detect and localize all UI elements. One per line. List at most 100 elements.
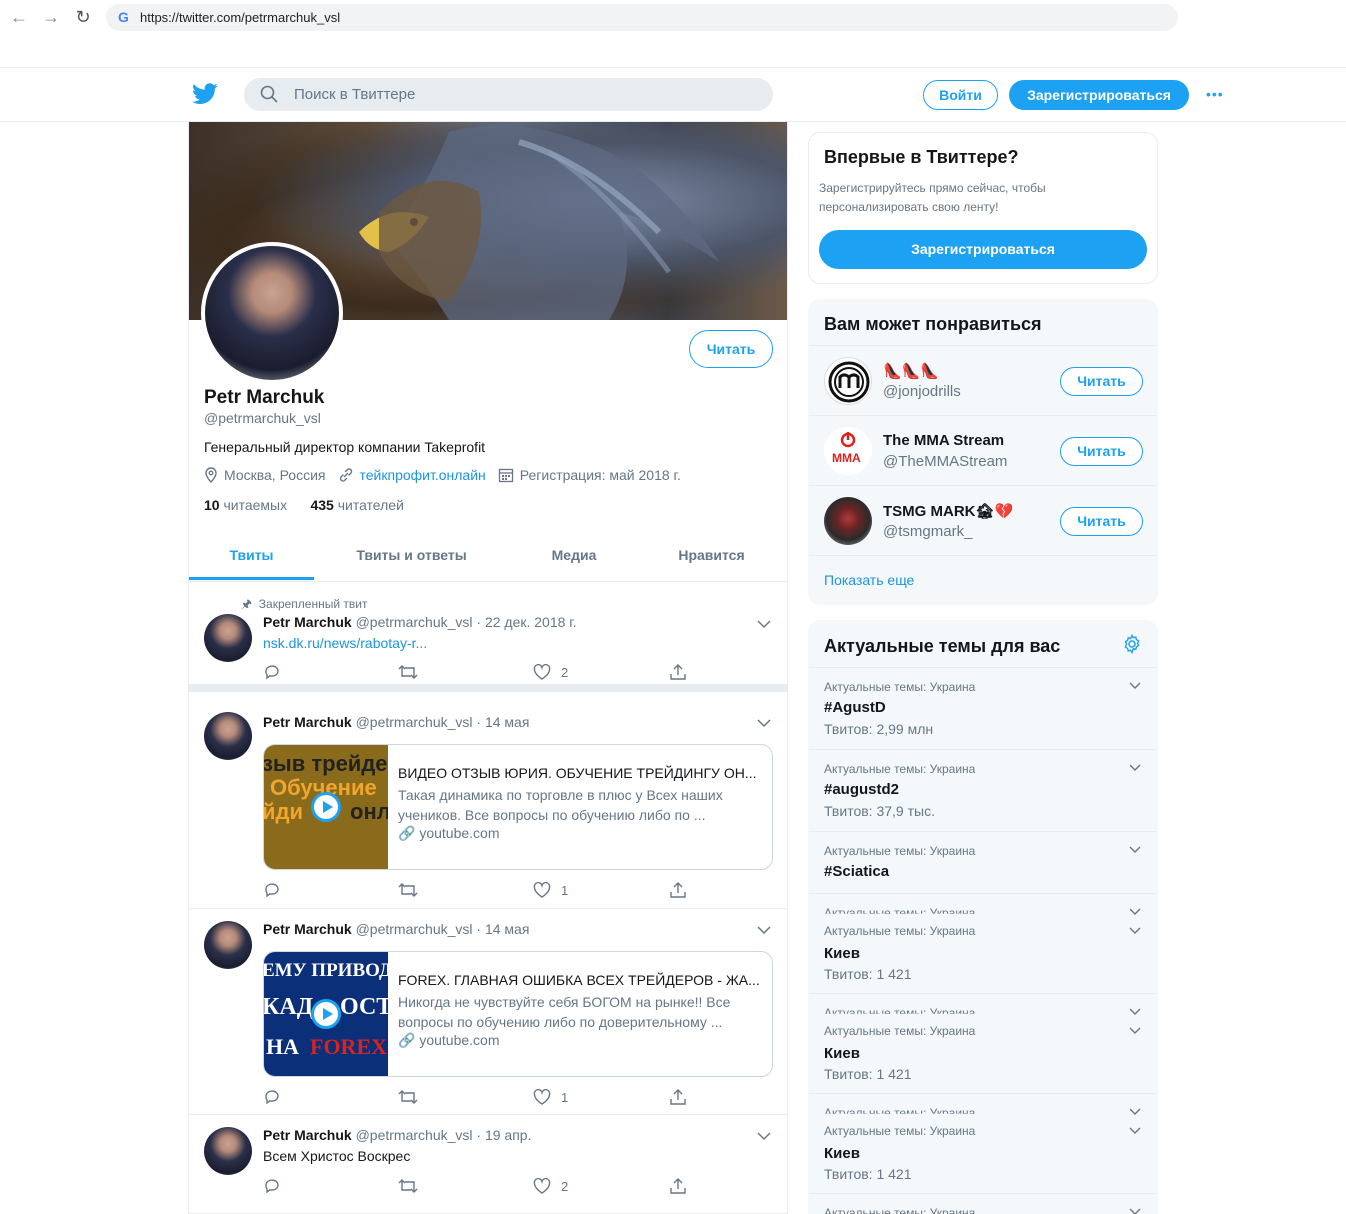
tweet-link[interactable]: nsk.dk.ru/news/rabotay-r... <box>263 635 427 651</box>
retweet-icon[interactable] <box>398 1087 418 1107</box>
profile-avatar[interactable] <box>201 242 343 384</box>
tweet-avatar[interactable] <box>204 712 252 760</box>
signup-button[interactable]: Зарегистрироваться <box>1009 80 1189 110</box>
chevron-down-icon[interactable] <box>757 1131 771 1141</box>
chevron-down-icon[interactable] <box>1129 1027 1141 1035</box>
chevron-down-icon[interactable] <box>757 925 771 935</box>
tweet-avatar[interactable] <box>204 614 252 662</box>
tweet-avatar[interactable] <box>204 921 252 969</box>
login-button[interactable]: Войти <box>923 80 998 110</box>
retweet-icon[interactable] <box>398 880 418 900</box>
profile-website-link[interactable]: тейкпрофит.онлайн <box>360 467 486 483</box>
signup-sidebar-button[interactable]: Зарегистрироваться <box>819 230 1147 269</box>
follow-button[interactable]: Читать <box>1060 507 1143 536</box>
tab-likes[interactable]: Нравится <box>659 532 764 580</box>
chevron-down-icon[interactable] <box>757 718 771 728</box>
suggestion-item[interactable]: 👠👠👠 @jonjodrills Читать <box>809 345 1157 415</box>
following-stat[interactable]: 10 читаемых <box>204 497 287 513</box>
link-icon: 🔗 <box>398 1032 416 1048</box>
retweet-icon[interactable] <box>398 1176 418 1196</box>
more-options-icon[interactable]: ••• <box>1206 86 1230 102</box>
share-icon[interactable] <box>669 1087 687 1107</box>
suggestion-handle: @tsmgmark_ <box>883 523 973 540</box>
tab-tweets-replies[interactable]: Твиты и ответы <box>329 532 494 580</box>
chevron-down-icon[interactable] <box>1129 1208 1141 1214</box>
tweet-header: Petr Marchuk @petrmarchuk_vsl · 22 дек. … <box>263 614 577 630</box>
tweet-header: Petr Marchuk @petrmarchuk_vsl · 14 мая <box>263 921 530 937</box>
chevron-down-icon[interactable] <box>1129 846 1141 854</box>
gear-icon[interactable] <box>1122 634 1142 654</box>
share-icon[interactable] <box>669 880 687 900</box>
show-more-link[interactable]: Показать еще <box>824 572 914 588</box>
suggestion-item[interactable]: MMA The MMA Stream @TheMMAStream Читать <box>809 415 1157 485</box>
chevron-down-icon[interactable] <box>1129 908 1141 916</box>
video-thumbnail[interactable]: ЕМУ ПРИВОД КАД ОСТЬ НА FOREX <box>264 952 388 1076</box>
pin-icon: 🖈 <box>241 597 253 611</box>
followers-stat[interactable]: 435 читателей <box>310 497 403 513</box>
trend-item[interactable]: Актуальные темы: Украина Актуальные темы… <box>809 1093 1157 1193</box>
heart-icon <box>533 663 551 680</box>
tweet-item[interactable]: 🖈 Закрепленный твит Petr Marchuk @petrma… <box>189 582 787 692</box>
like-button[interactable]: 2 <box>533 662 568 682</box>
link-card[interactable]: зыв трейде Обучение йди онл ВИДЕО ОТЗЫВ … <box>263 744 773 870</box>
trend-item[interactable]: Актуальные темы: Украина #AgustD Твитов:… <box>809 667 1157 749</box>
avatar[interactable]: MMA <box>824 427 872 475</box>
signup-subtitle: Зарегистрируйтесь прямо сейчас, чтобы пе… <box>819 181 1046 214</box>
card-title: ВИДЕО ОТЗЫВ ЮРИЯ. ОБУЧЕНИЕ ТРЕЙДИНГУ ОН.… <box>398 765 757 781</box>
back-icon[interactable]: ← <box>8 6 30 28</box>
avatar[interactable] <box>824 497 872 545</box>
location-icon <box>205 467 217 483</box>
like-button[interactable]: 1 <box>533 880 568 900</box>
trend-item[interactable]: Актуальные темы: Украина #augustd2 Твито… <box>809 749 1157 831</box>
chevron-down-icon[interactable] <box>1129 927 1141 935</box>
share-icon[interactable] <box>669 662 687 682</box>
play-icon[interactable] <box>311 792 341 822</box>
url-text[interactable]: https://twitter.com/petrmarchuk_vsl <box>140 10 340 25</box>
address-bar[interactable]: G https://twitter.com/petrmarchuk_vsl <box>106 4 1178 31</box>
chevron-down-icon[interactable] <box>757 619 771 629</box>
suggestion-item[interactable]: TSMG MARK🏚💔 @tsmgmark_ Читать <box>809 485 1157 555</box>
share-icon[interactable] <box>669 1176 687 1196</box>
reply-icon[interactable] <box>263 1087 281 1107</box>
tweet-avatar[interactable] <box>204 1127 252 1175</box>
reply-icon[interactable] <box>263 662 281 682</box>
tweet-actions: 2 <box>263 1176 703 1196</box>
forward-icon[interactable]: → <box>40 6 62 28</box>
suggestion-name[interactable]: TSMG MARK🏚💔 <box>883 502 1013 520</box>
reply-icon[interactable] <box>263 880 281 900</box>
trend-item[interactable]: Актуальные темы: Украина #Sciatica <box>809 831 1157 893</box>
retweet-icon[interactable] <box>398 662 418 682</box>
trend-item[interactable]: Актуальные темы: Украина <box>809 1193 1157 1214</box>
reload-icon[interactable]: ↻ <box>72 6 94 28</box>
suggestion-name[interactable]: 👠👠👠 <box>883 362 939 380</box>
suggestion-handle: @TheMMAStream <box>883 453 1008 470</box>
tab-tweets[interactable]: Твиты <box>189 532 314 580</box>
trend-item[interactable]: Актуальные темы: Украина Актуальные темы… <box>809 993 1157 1093</box>
link-card[interactable]: ЕМУ ПРИВОД КАД ОСТЬ НА FOREX FOREX. ГЛАВ… <box>263 951 773 1077</box>
tweet-item[interactable]: Petr Marchuk @petrmarchuk_vsl · 14 мая Е… <box>189 909 787 1115</box>
chevron-down-icon[interactable] <box>1129 764 1141 772</box>
suggestions-title: Вам может понравиться <box>824 314 1042 334</box>
video-thumbnail[interactable]: зыв трейде Обучение йди онл <box>264 745 388 869</box>
chevron-down-icon[interactable] <box>1129 1008 1141 1016</box>
follow-button[interactable]: Читать <box>689 330 773 368</box>
play-icon[interactable] <box>311 999 341 1029</box>
reply-icon[interactable] <box>263 1176 281 1196</box>
trend-item[interactable]: Актуальные темы: Украина Актуальные темы… <box>809 893 1157 993</box>
follow-button[interactable]: Читать <box>1060 367 1143 396</box>
like-button[interactable]: 1 <box>533 1087 568 1107</box>
chevron-down-icon[interactable] <box>1129 1127 1141 1135</box>
suggestion-name[interactable]: The MMA Stream <box>883 432 1004 449</box>
search-box[interactable] <box>244 78 773 111</box>
avatar[interactable] <box>824 357 872 405</box>
like-button[interactable]: 2 <box>533 1176 568 1196</box>
search-input[interactable] <box>294 78 754 111</box>
chevron-down-icon[interactable] <box>1129 1108 1141 1116</box>
suggestion-handle: @jonjodrills <box>883 383 961 400</box>
tab-media[interactable]: Медиа <box>519 532 629 580</box>
twitter-bird-icon[interactable] <box>192 82 218 106</box>
follow-button[interactable]: Читать <box>1060 437 1143 466</box>
chevron-down-icon[interactable] <box>1129 682 1141 690</box>
tweet-item[interactable]: Petr Marchuk @petrmarchuk_vsl · 19 апр. … <box>189 1115 787 1214</box>
tweet-item[interactable]: Petr Marchuk @petrmarchuk_vsl · 14 мая з… <box>189 700 787 909</box>
